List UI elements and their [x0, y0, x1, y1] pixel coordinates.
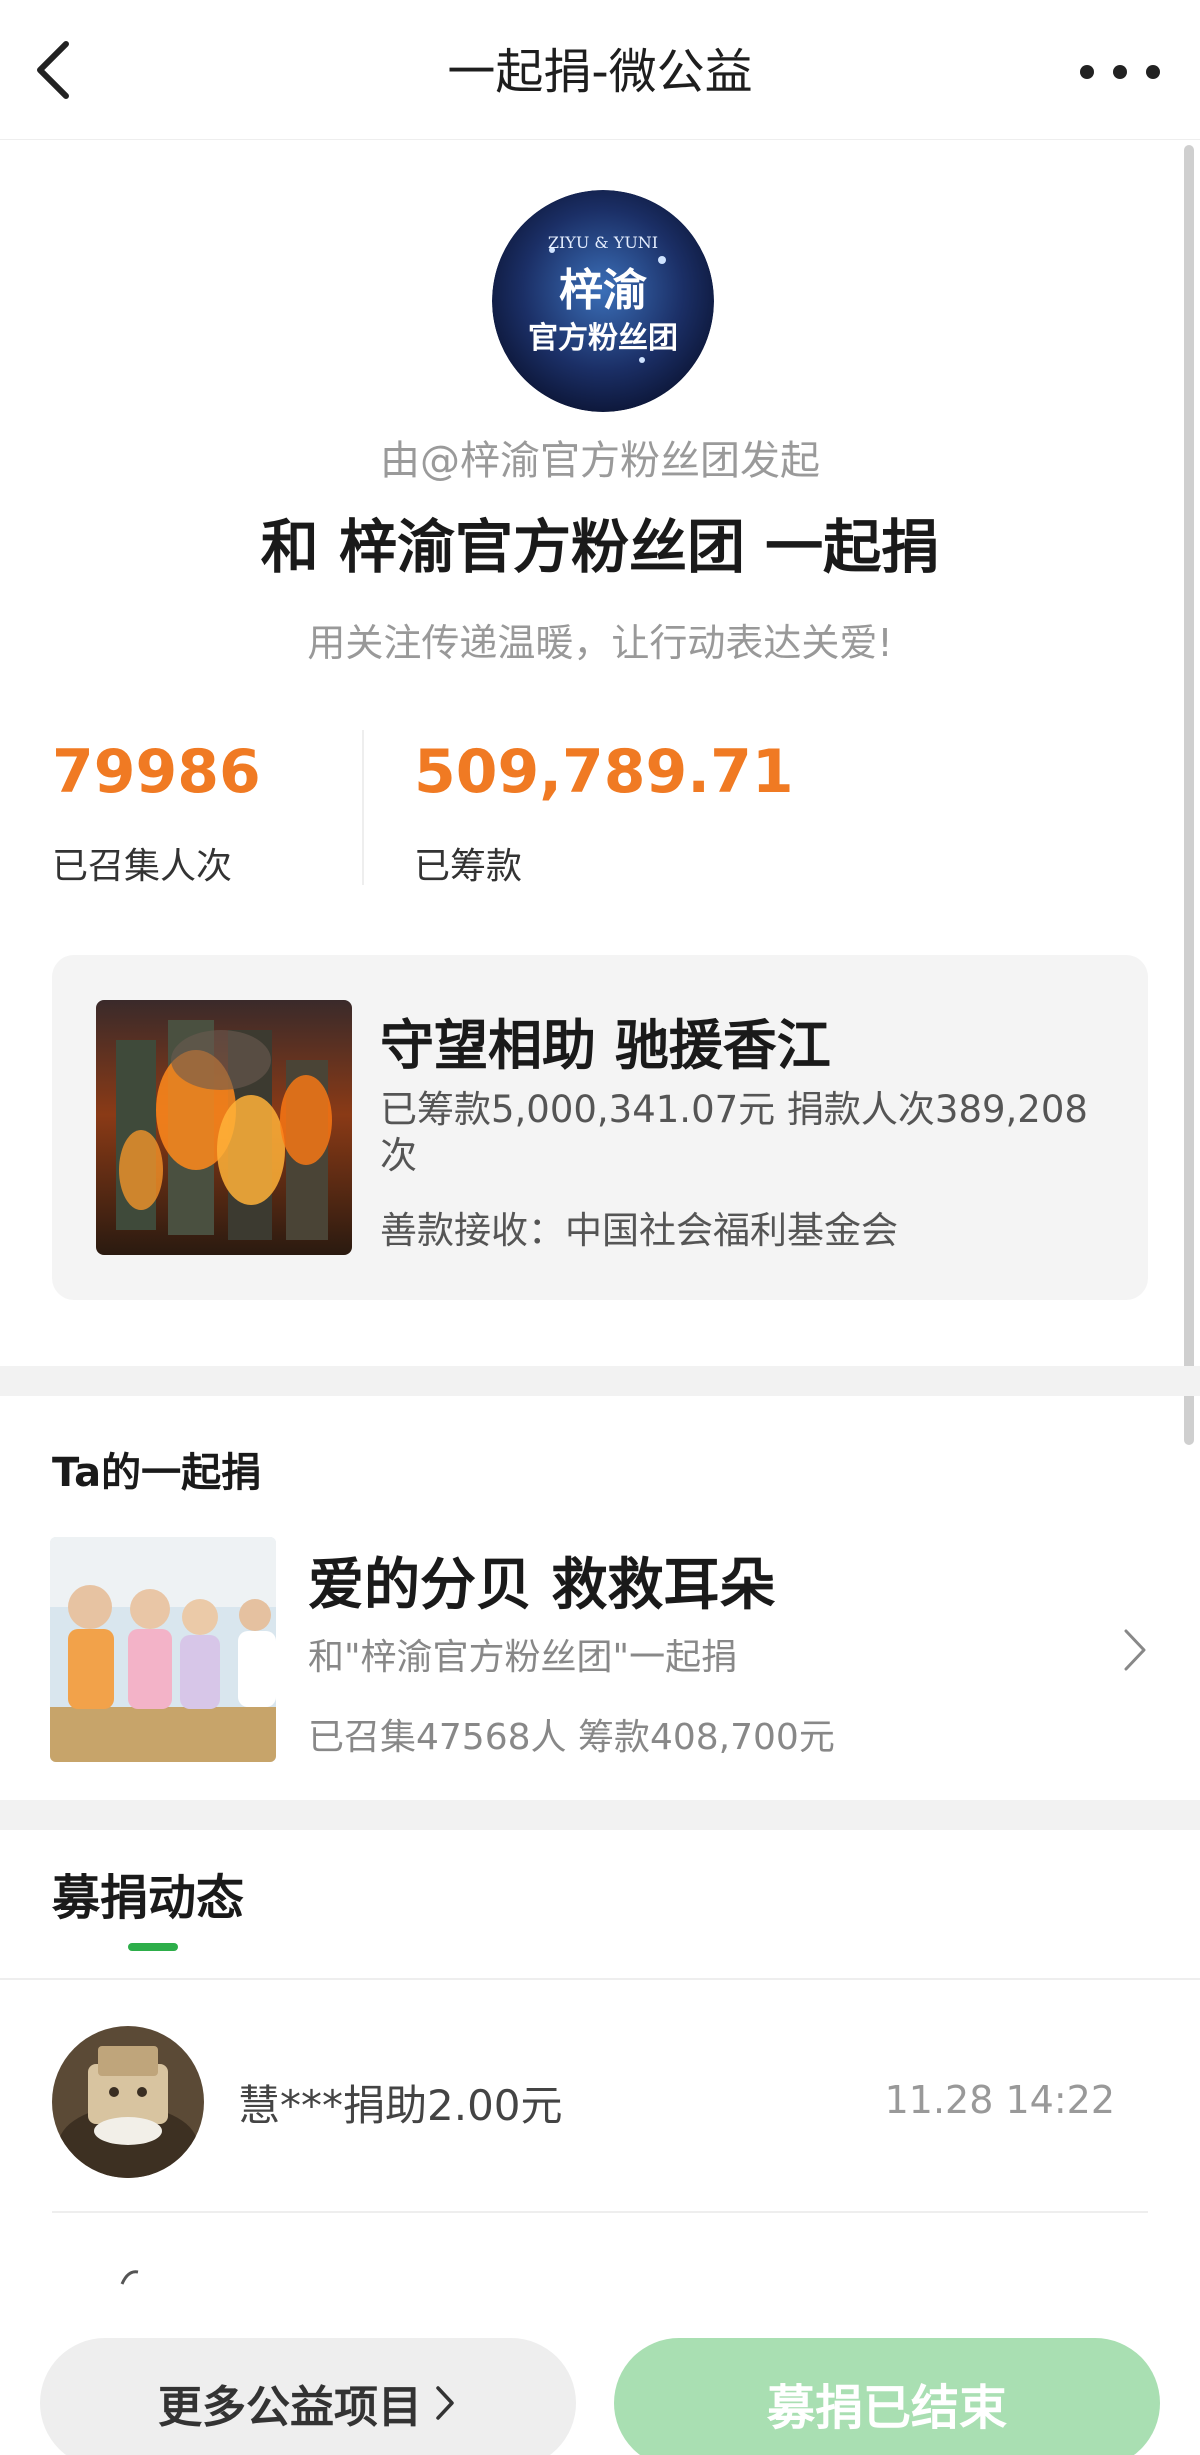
- tab-donation-activity[interactable]: 募捐动态: [52, 1858, 244, 1928]
- active-tab-indicator: [128, 1943, 178, 1951]
- slogan: 用关注传递温暖，让行动表达关爱!: [307, 621, 893, 665]
- stat-participants: 79986 已召集人次: [52, 735, 261, 889]
- fan-club-avatar: ZIYU & YUNI 梓渝 官方粉丝团: [492, 190, 714, 412]
- project-amount: 已筹款5,000,341.07元 捐款人次389,208次: [380, 1088, 1088, 1177]
- project-image: [96, 1000, 352, 1255]
- avatar: [52, 2026, 204, 2178]
- scrollbar[interactable]: [1184, 145, 1194, 1445]
- participants-value: 79986: [52, 737, 261, 807]
- more-button[interactable]: [1080, 50, 1160, 94]
- ta-project-image: [50, 1537, 276, 1762]
- donation-ended-button[interactable]: 募捐已结束: [614, 2338, 1160, 2455]
- ta-project-stats: 已召集47568人 筹款408,700元: [308, 1717, 835, 1758]
- section-divider: [0, 1366, 1200, 1396]
- ta-project-sub: 和"梓渝官方粉丝团"一起捐: [308, 1637, 738, 1678]
- stat-divider: [362, 730, 364, 885]
- ta-project-title: 爱的分贝 救救耳朵: [308, 1553, 776, 1618]
- tab-divider: [0, 1978, 1200, 1980]
- svg-text:官方粉丝团: 官方粉丝团: [528, 321, 678, 356]
- participants-label: 已召集人次: [52, 846, 233, 887]
- initiator-text[interactable]: 由@梓渝官方粉丝团发起: [0, 428, 1200, 486]
- stat-raised: 509,789.71 已筹款: [414, 735, 794, 889]
- donation-text: 慧***捐助2.00元: [238, 2081, 563, 2130]
- more-projects-button[interactable]: 更多公益项目: [40, 2338, 576, 2455]
- section-divider-2: [0, 1800, 1200, 1830]
- page-title: 一起捐-微公益: [447, 44, 753, 100]
- svg-text:ZIYU & YUNI: ZIYU & YUNI: [548, 233, 658, 252]
- raised-value: 509,789.71: [414, 737, 794, 807]
- project-title: 守望相助 驰援香江: [380, 1014, 831, 1077]
- navbar: 一起捐-微公益: [0, 0, 1200, 140]
- more-dots-icon: [1080, 65, 1094, 79]
- headline: 和 梓渝官方粉丝团 一起捐: [260, 513, 940, 581]
- more-projects-label: 更多公益项目: [158, 2382, 422, 2433]
- partial-avatar-icon: [118, 2266, 142, 2290]
- project-receiver: 善款接收：中国社会福利基金会: [380, 1209, 898, 1252]
- donation-time: 11.28 14:22: [884, 2078, 1115, 2122]
- raised-label: 已筹款: [414, 846, 523, 887]
- chevron-right-icon: [1120, 1625, 1150, 1675]
- row-divider: [52, 2211, 1148, 2213]
- chevron-right-icon: [436, 2386, 454, 2420]
- svg-text:梓渝: 梓渝: [559, 265, 647, 316]
- project-card[interactable]: 守望相助 驰援香江 已筹款5,000,341.07元 捐款人次389,208次 …: [52, 955, 1148, 1300]
- ta-section-title: Ta的一起捐: [52, 1450, 262, 1496]
